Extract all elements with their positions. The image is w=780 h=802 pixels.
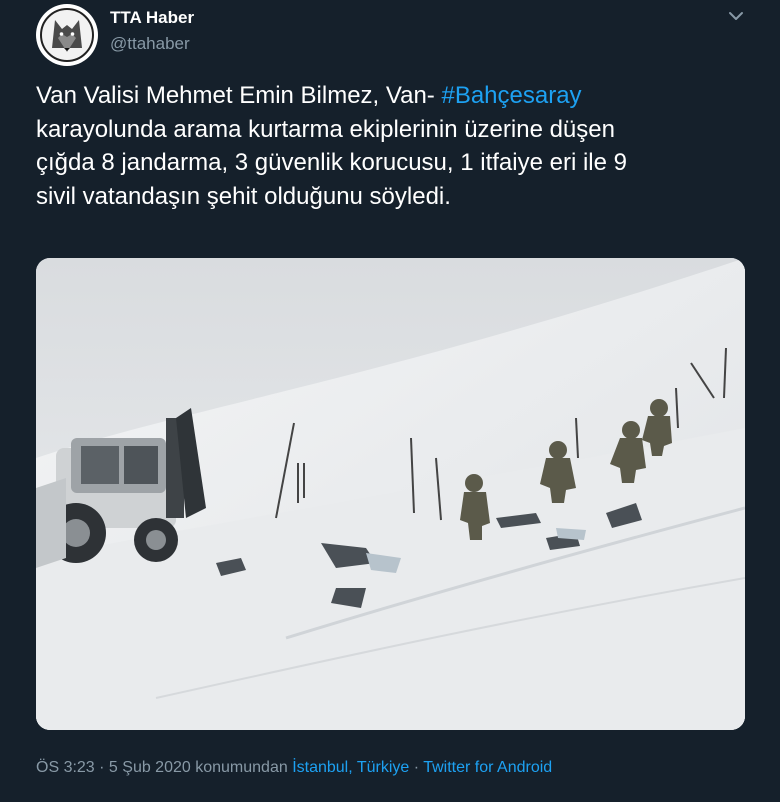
location-link[interactable]: İstanbul, Türkiye [292,759,409,776]
location-prefix: konumundan [190,759,293,776]
tweet-text: Van Valisi Mehmet Emin Bilmez, Van- #Bah… [36,79,751,213]
tweet-text-line-1: Van Valisi Mehmet Emin Bilmez, Van- #Bah… [36,79,751,113]
tweet-text-line-2: karayolunda arama kurtarma ekiplerinin ü… [36,115,615,143]
tweet-card: TTA Haber @ttahaber Van Valisi Mehmet Em… [0,0,780,802]
more-options-chevron-icon[interactable] [724,6,748,26]
tweet-text-line-4: sivil vatandaşın şehit olduğunu söyledi. [36,182,451,210]
tweet-text-segment: Van Valisi Mehmet Emin Bilmez, Van- [36,82,442,109]
tweet-photo[interactable] [36,258,745,730]
meta-separator: · [94,759,109,776]
hashtag-link[interactable]: #Bahçesaray [441,82,581,109]
tweet-meta: ÖS 3:23 · 5 Şub 2020 konumundan İstanbul… [36,759,552,777]
timestamp-time[interactable]: ÖS 3:23 [36,759,95,776]
timestamp-date[interactable]: 5 Şub 2020 [109,759,191,776]
meta-separator: · [409,759,424,776]
author-handle[interactable]: @ttahaber [110,34,190,54]
tweet-text-line-3: çığda 8 jandarma, 3 güvenlik korucusu, 1… [36,149,627,176]
source-link[interactable]: Twitter for Android [423,759,552,776]
wolf-logo-icon [37,5,97,65]
author-name[interactable]: TTA Haber [110,8,194,28]
avatar[interactable] [36,4,98,66]
